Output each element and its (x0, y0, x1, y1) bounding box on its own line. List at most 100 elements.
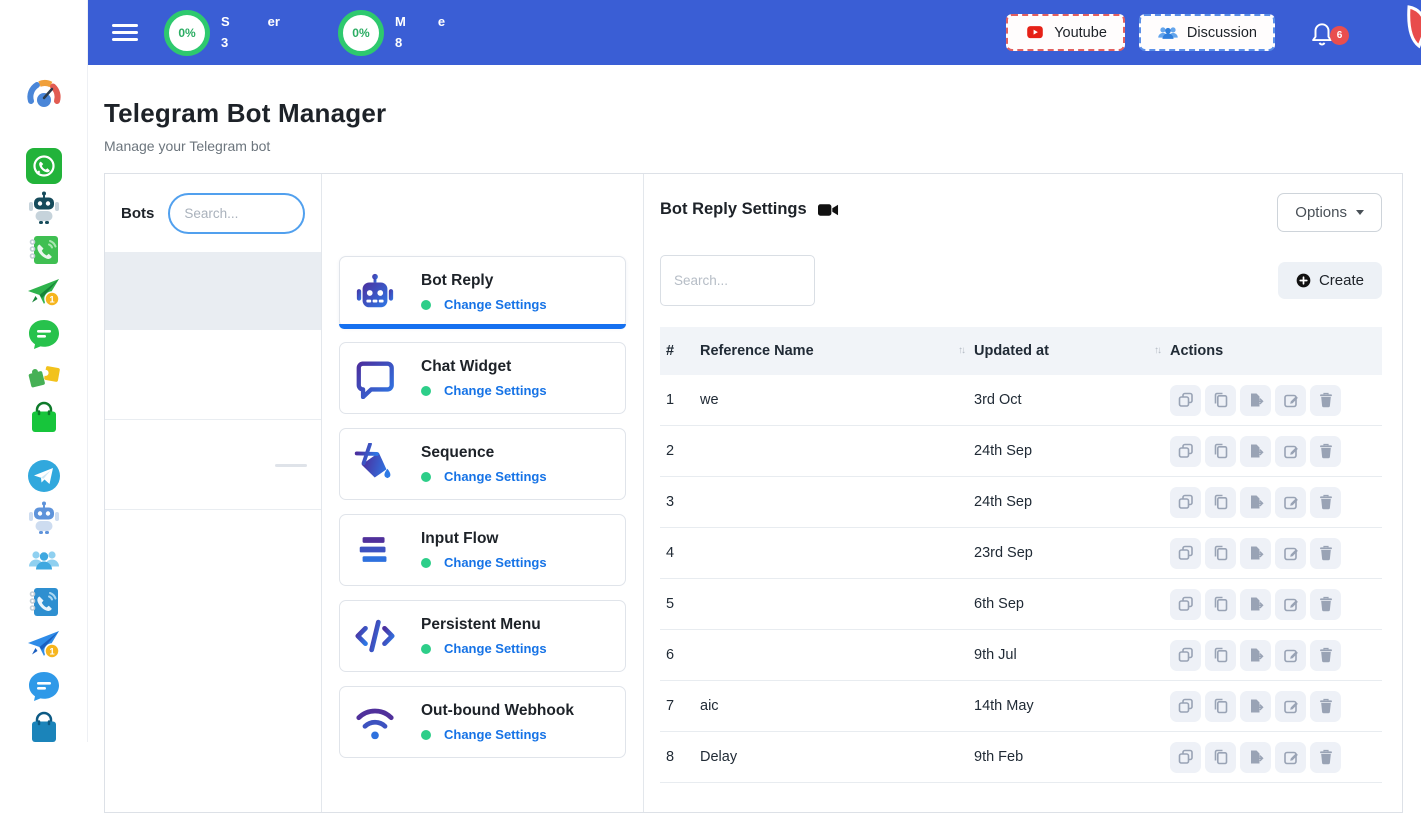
hamburger-menu-icon[interactable] (112, 20, 138, 45)
change-settings-link[interactable]: Change Settings (444, 641, 547, 656)
export-button[interactable] (1240, 691, 1271, 722)
change-settings-link[interactable]: Change Settings (444, 383, 547, 398)
svg-text:1: 1 (49, 646, 55, 657)
edit-button[interactable] (1275, 589, 1306, 620)
delete-button[interactable] (1310, 640, 1341, 671)
row-number: 3 (660, 494, 700, 510)
change-settings-link[interactable]: Change Settings (444, 727, 547, 742)
clone-button[interactable] (1170, 589, 1201, 620)
notification-badge: 6 (1330, 26, 1349, 45)
youtube-button[interactable]: Youtube (1006, 14, 1125, 51)
copy-button[interactable] (1205, 640, 1236, 671)
delete-button[interactable] (1310, 589, 1341, 620)
change-settings-link[interactable]: Change Settings (444, 469, 547, 484)
export-button[interactable] (1240, 589, 1271, 620)
change-settings-link[interactable]: Change Settings (444, 555, 547, 570)
export-button[interactable] (1240, 487, 1271, 518)
telegram-contacts-icon[interactable] (26, 584, 62, 620)
edit-button[interactable] (1275, 640, 1306, 671)
code-icon (354, 615, 396, 657)
export-button[interactable] (1240, 538, 1271, 569)
change-settings-link[interactable]: Change Settings (444, 297, 547, 312)
bot-list-item-selected[interactable] (105, 252, 321, 330)
plus-circle-icon (1296, 273, 1311, 288)
bot-list-item[interactable] (105, 330, 321, 420)
dashboard-icon[interactable] (26, 76, 62, 112)
export-button[interactable] (1240, 436, 1271, 467)
telegram-store-icon[interactable] (26, 710, 62, 746)
card-persistent-menu[interactable]: Persistent Menu Change Settings (339, 600, 626, 672)
telegram-groups-icon[interactable] (26, 542, 62, 578)
clone-button[interactable] (1170, 640, 1201, 671)
whatsapp-broadcast-icon[interactable]: 1 (26, 274, 62, 310)
clone-button[interactable] (1170, 436, 1201, 467)
bots-search-input[interactable] (168, 193, 305, 234)
clone-button[interactable] (1170, 742, 1201, 773)
telegram-chat-icon[interactable] (26, 668, 62, 704)
reference-name: we (700, 392, 974, 408)
bots-column: Bots (105, 174, 322, 812)
copy-button[interactable] (1205, 436, 1236, 467)
clone-button[interactable] (1170, 385, 1201, 416)
delete-button[interactable] (1310, 487, 1341, 518)
edit-button[interactable] (1275, 691, 1306, 722)
column-header-number: # (660, 343, 700, 359)
whatsapp-store-icon[interactable] (26, 400, 62, 436)
telegram-bot-icon[interactable] (26, 500, 62, 536)
clone-button[interactable] (1170, 538, 1201, 569)
video-camera-icon[interactable] (818, 203, 839, 217)
options-dropdown-button[interactable]: Options (1277, 193, 1382, 232)
table-row: 3 24th Sep (660, 477, 1382, 528)
edit-button[interactable] (1275, 742, 1306, 773)
copy-button[interactable] (1205, 385, 1236, 416)
card-chat-widget[interactable]: Chat Widget Change Settings (339, 342, 626, 414)
delete-button[interactable] (1310, 691, 1341, 722)
copy-button[interactable] (1205, 538, 1236, 569)
delete-button[interactable] (1310, 385, 1341, 416)
edit-button[interactable] (1275, 487, 1306, 518)
copy-button[interactable] (1205, 691, 1236, 722)
delete-button[interactable] (1310, 742, 1341, 773)
clone-button[interactable] (1170, 487, 1201, 518)
card-bot-reply[interactable]: Bot Reply Change Settings (339, 256, 626, 328)
whatsapp-contacts-icon[interactable] (26, 232, 62, 268)
copy-button[interactable] (1205, 742, 1236, 773)
sort-icon[interactable]: ↑↓ (958, 345, 964, 356)
card-input-flow[interactable]: Input Flow Change Settings (339, 514, 626, 586)
edit-button[interactable] (1275, 436, 1306, 467)
youtube-label: Youtube (1054, 25, 1107, 41)
discussion-button[interactable]: Discussion (1139, 14, 1275, 51)
column-header-reference-name: Reference Name↑↓ (700, 343, 974, 359)
whatsapp-bot-icon[interactable] (26, 190, 62, 226)
whatsapp-chat-icon[interactable] (26, 316, 62, 352)
updated-at: 6th Sep (974, 596, 1170, 612)
notifications-button[interactable]: 6 (1309, 20, 1335, 46)
svg-text:1: 1 (49, 294, 55, 305)
delete-button[interactable] (1310, 436, 1341, 467)
updated-at: 24th Sep (974, 494, 1170, 510)
bot-list-item[interactable] (105, 420, 321, 510)
integrations-icon[interactable] (26, 358, 62, 394)
export-button[interactable] (1240, 640, 1271, 671)
status-dot (421, 730, 431, 740)
whatsapp-icon[interactable] (26, 148, 62, 184)
stat-label: S (221, 12, 230, 32)
export-button[interactable] (1240, 385, 1271, 416)
edit-button[interactable] (1275, 385, 1306, 416)
youtube-icon (1024, 24, 1046, 41)
card-outbound-webhook[interactable]: Out-bound Webhook Change Settings (339, 686, 626, 758)
edit-button[interactable] (1275, 538, 1306, 569)
card-sequence[interactable]: Sequence Change Settings (339, 428, 626, 500)
delete-button[interactable] (1310, 538, 1341, 569)
table-search-input[interactable] (660, 255, 815, 306)
export-button[interactable] (1240, 742, 1271, 773)
copy-button[interactable] (1205, 487, 1236, 518)
telegram-icon[interactable] (26, 458, 62, 494)
discussion-label: Discussion (1187, 25, 1257, 41)
telegram-broadcast-icon[interactable]: 1 (26, 626, 62, 662)
clone-button[interactable] (1170, 691, 1201, 722)
copy-button[interactable] (1205, 589, 1236, 620)
create-button[interactable]: Create (1278, 262, 1382, 299)
sort-icon[interactable]: ↑↓ (1154, 345, 1160, 356)
robot-icon (354, 271, 396, 313)
